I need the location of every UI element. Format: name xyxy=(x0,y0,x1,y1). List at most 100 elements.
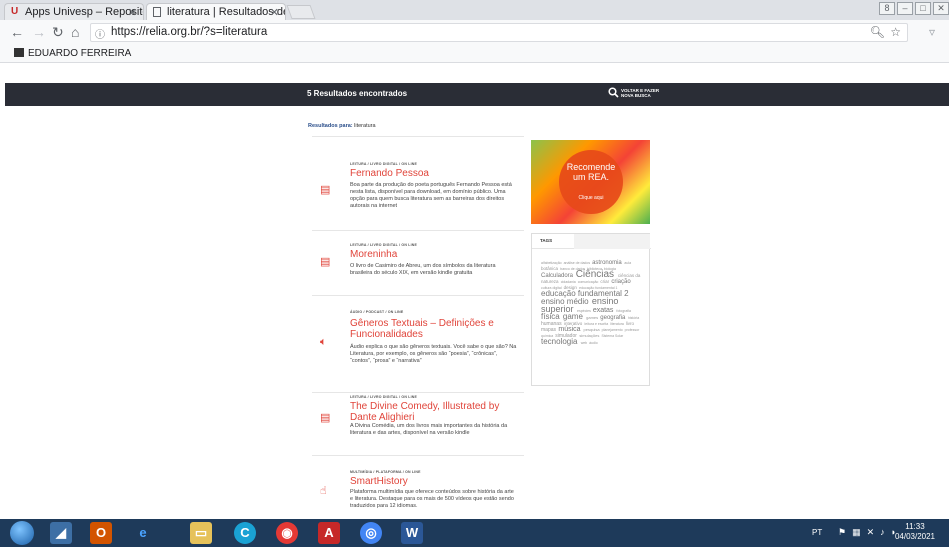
tag-link[interactable]: leitura e escrita xyxy=(584,322,609,326)
result-description: Plataforma multimídia que oferece conteú… xyxy=(350,489,514,509)
result-title[interactable]: The Divine Comedy, Illustrated by Dante … xyxy=(350,401,520,423)
banner-title-2: um REA. xyxy=(572,172,609,182)
book-icon: ▤ xyxy=(320,256,331,268)
tag-link[interactable]: tecnologia xyxy=(541,337,580,346)
divider xyxy=(312,295,524,296)
close-window-button[interactable]: ✕ xyxy=(933,2,949,15)
tag-link[interactable]: criar xyxy=(600,279,610,284)
tag-link[interactable]: Sistema Solar xyxy=(601,334,623,338)
tag-link[interactable]: cidadania xyxy=(561,280,577,284)
page-icon xyxy=(153,7,161,17)
tag-link[interactable]: livro xyxy=(626,321,634,326)
banner-title: Recomende um REA. xyxy=(559,162,623,182)
chrome-icon[interactable]: ◉ xyxy=(276,522,298,544)
url-text: https://relia.org.br/?s=literatura xyxy=(111,26,268,38)
tag-link[interactable]: geografia xyxy=(600,315,627,321)
tag-link[interactable]: botânica xyxy=(541,266,559,271)
tags-tab xyxy=(574,234,650,249)
tag-link[interactable]: pesquisa xyxy=(584,327,601,332)
tag-link[interactable]: professor xyxy=(625,328,640,332)
result-item[interactable]: ▤ LEITURA / LIVRO DIGITAL / ON LINE The … xyxy=(312,393,524,458)
maximize-button[interactable]: □ xyxy=(915,2,931,15)
tag-link[interactable]: análise de dados xyxy=(564,261,591,265)
tag-link[interactable]: simulações xyxy=(579,333,600,338)
tag-link[interactable]: game xyxy=(563,312,585,321)
result-item[interactable]: ▤ LEITURA / LIVRO DIGITAL / ON LINE Fern… xyxy=(312,158,524,228)
file-explorer-icon[interactable]: ▭ xyxy=(190,522,212,544)
star-icon[interactable]: ☆ xyxy=(890,25,901,39)
new-tab-button[interactable] xyxy=(286,5,316,19)
tag-link[interactable]: áudio xyxy=(589,341,598,345)
start-button[interactable] xyxy=(10,521,34,545)
language-indicator[interactable]: PT xyxy=(812,528,822,537)
extension-icon[interactable]: ▿ xyxy=(929,25,935,39)
result-title[interactable]: Fernando Pessoa xyxy=(350,168,520,179)
banner-title-1: Recomende xyxy=(566,162,616,172)
result-item[interactable]: ▤ LEITURA / LIVRO DIGITAL / ON LINE More… xyxy=(312,241,524,296)
tag-link[interactable]: games xyxy=(586,315,599,320)
tag-link[interactable]: exatas xyxy=(593,307,616,314)
result-category: LEITURA / LIVRO DIGITAL / ON LINE xyxy=(350,395,418,399)
back-arrow-icon[interactable]: ← xyxy=(10,24,24,40)
speaker-icon: 🔈︎ xyxy=(320,336,327,348)
tag-link[interactable]: web xyxy=(581,341,588,345)
close-icon[interactable]: ✕ xyxy=(128,6,137,19)
clock[interactable]: 11:33 04/03/2021 xyxy=(895,522,935,542)
system-tray-icons[interactable]: ⚑▦✕♪◗ xyxy=(838,527,902,538)
home-icon[interactable]: ⌂ xyxy=(71,24,79,40)
search-icon[interactable] xyxy=(608,87,619,101)
result-category: ÁUDIO / PODCAST / ON LINE xyxy=(350,310,404,314)
address-bar[interactable]: ⓘ https://relia.org.br/?s=literatura 🔍︎ … xyxy=(90,23,908,42)
tag-link[interactable]: física xyxy=(541,312,562,321)
edge-icon[interactable]: C xyxy=(234,522,256,544)
tag-link[interactable]: alfabetização xyxy=(541,261,563,265)
result-item[interactable]: 🔈︎ ÁUDIO / PODCAST / ON LINE Gêneros Tex… xyxy=(312,308,524,398)
tag-link[interactable]: planejamento xyxy=(602,328,624,332)
result-title[interactable]: Moreninha xyxy=(350,249,520,260)
result-description: Boa parte da produção do poeta português… xyxy=(350,182,512,209)
browser-toolbar: ← → ↻ ⌂ ⓘ https://relia.org.br/?s=litera… xyxy=(0,20,949,45)
tag-cloud: alfabetização análise de dados astronomi… xyxy=(541,260,643,346)
window-controls: 8 – □ ✕ xyxy=(879,2,949,15)
banner-circle xyxy=(559,150,623,214)
tag-link[interactable]: fotografia xyxy=(616,309,631,313)
tag-link[interactable]: música xyxy=(558,326,582,333)
tag-link[interactable]: história xyxy=(628,316,639,320)
word-icon[interactable]: W xyxy=(401,522,423,544)
tags-widget: TAGS alfabetização análise de dados astr… xyxy=(531,233,651,386)
tab-apps-univesp[interactable]: U Apps Univesp – Repositó ✕ xyxy=(4,3,144,20)
office-icon[interactable]: O xyxy=(90,522,112,544)
profile-button[interactable]: 8 xyxy=(879,2,895,15)
results-for-query: literatura xyxy=(354,123,376,129)
forward-arrow-icon[interactable]: → xyxy=(32,24,46,40)
windows-taskbar: ◢ O e ▭ C ◉ A ◎ W PT ⚑▦✕♪◗ 11:33 04/03/20… xyxy=(0,519,949,547)
divider xyxy=(312,230,524,231)
tab-literatura[interactable]: literatura | Resultados dé ✕ xyxy=(146,3,286,20)
tag-link[interactable]: criação xyxy=(611,279,630,285)
result-title[interactable]: SmartHistory xyxy=(350,476,520,487)
info-icon[interactable]: ⓘ xyxy=(95,26,105,41)
tag-link[interactable]: comunicação xyxy=(578,280,600,284)
result-category: MULTIMÍDIA / PLATAFORMA / ON LINE xyxy=(350,470,421,474)
tag-link[interactable]: aula xyxy=(624,261,631,265)
tag-link[interactable]: astronomia xyxy=(592,260,623,266)
zoom-icon[interactable]: 🔍︎ xyxy=(870,25,885,39)
tab-label: Apps Univesp – Repositó xyxy=(25,6,144,18)
banner-cta[interactable]: Clique aqui xyxy=(559,195,623,201)
bookmark-item[interactable]: EDUARDO FERREIRA xyxy=(14,48,131,59)
result-item[interactable]: ☝︎ MULTIMÍDIA / PLATAFORMA / ON LINE Sma… xyxy=(312,468,524,519)
book-icon: ▤ xyxy=(320,184,331,196)
close-icon[interactable]: ✕ xyxy=(270,6,279,19)
result-title[interactable]: Gêneros Textuais – Definições e Funciona… xyxy=(350,318,520,340)
new-search-button[interactable]: VOLTAR E FAZER NOVA BUSCA xyxy=(621,88,659,98)
result-category: LEITURA / LIVRO DIGITAL / ON LINE xyxy=(350,243,418,247)
internet-explorer-icon[interactable]: e xyxy=(132,522,154,544)
chrome-profile-icon[interactable]: ◎ xyxy=(360,522,382,544)
acrobat-icon[interactable]: A xyxy=(318,522,340,544)
media-player-icon[interactable]: ◢ xyxy=(50,522,72,544)
result-description: A Divina Comédia, um dos livros mais imp… xyxy=(350,423,508,436)
minimize-button[interactable]: – xyxy=(897,2,913,15)
tag-link[interactable]: literatura xyxy=(610,322,625,326)
recommend-rea-banner[interactable]: Recomende um REA. Clique aqui xyxy=(531,140,650,224)
reload-icon[interactable]: ↻ xyxy=(52,24,64,41)
